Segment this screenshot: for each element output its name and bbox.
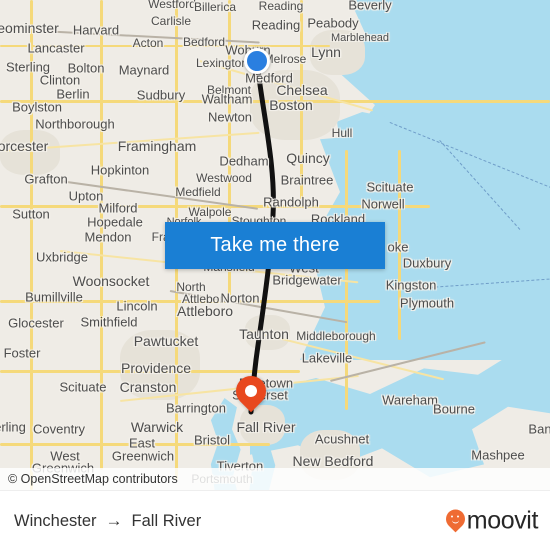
trip-destination-label: Fall River <box>131 511 202 530</box>
moovit-wordmark: moovit <box>466 506 539 535</box>
pin-eye-left <box>450 515 454 518</box>
destination-marker[interactable] <box>229 369 273 416</box>
trip-origin-label: Winchester <box>14 511 97 530</box>
trip-summary: Winchester → Fall River <box>14 511 201 531</box>
trip-footer-bar: Winchester → Fall River moovit <box>0 490 550 551</box>
arrow-right-icon: → <box>105 511 123 530</box>
pin-hole <box>245 385 257 397</box>
take-me-there-button[interactable]: Take me there <box>165 222 385 269</box>
origin-marker[interactable] <box>244 48 270 74</box>
map-attribution: © OpenStreetMap contributors <box>0 468 550 490</box>
map-canvas[interactable]: Westford Billerica Reading Beverly eominster… <box>0 0 550 490</box>
moovit-logo[interactable]: moovit <box>441 505 539 536</box>
moovit-pin-icon <box>441 505 469 533</box>
attribution-text: © OpenStreetMap contributors <box>8 472 178 486</box>
pin-smile <box>451 519 459 523</box>
pin-eye-right <box>456 515 460 518</box>
moovit-trip-map-screen: Westford Billerica Reading Beverly eominster… <box>0 0 550 551</box>
